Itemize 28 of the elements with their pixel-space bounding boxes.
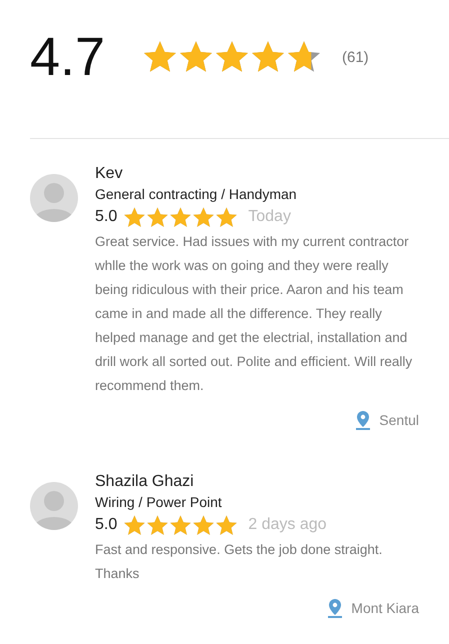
review-date: Today: [248, 207, 291, 227]
star-icon: [146, 206, 170, 228]
review-count: (61): [342, 48, 369, 66]
review-location: Sentul: [379, 412, 419, 428]
star-icon: [215, 206, 238, 228]
location-pin-icon: [356, 410, 370, 430]
avatar-icon: [30, 174, 78, 222]
review-score: 5.0: [95, 207, 118, 227]
star-icon: [123, 206, 146, 228]
star-icon: [123, 514, 146, 536]
service-category: General contracting / Handyman: [95, 185, 298, 204]
review-text: Great service. Had issues with my current contractor whlle the work was on going and they were really being ridiculous with their price. Aaron and his team came in and made all the difference. They really helped manage and get the electrial, installation and drill work all sorted out. Polite and efficient. Will really recommend them.: [95, 233, 414, 395]
service-category: Wiring / Power Point: [95, 493, 223, 512]
reviewer-name: Kev: [95, 164, 124, 184]
review-date: 2 days ago: [248, 515, 327, 535]
review-text: Fast and responsive. Gets the job done straight. Thanks: [95, 541, 384, 583]
star-icon: [169, 206, 192, 228]
review-location: Mont Kiara: [351, 600, 419, 616]
star-icon: [192, 206, 216, 228]
star-icon: [169, 514, 192, 536]
rating-score: 4.7: [30, 26, 106, 89]
avatar-icon: [30, 482, 78, 530]
star-icon: [215, 514, 238, 536]
location-pin-icon: [328, 598, 342, 618]
star-icon: [146, 514, 170, 536]
star-icon: [192, 514, 216, 536]
review-score: 5.0: [95, 515, 118, 535]
reviewer-name: Shazila Ghazi: [95, 472, 195, 492]
